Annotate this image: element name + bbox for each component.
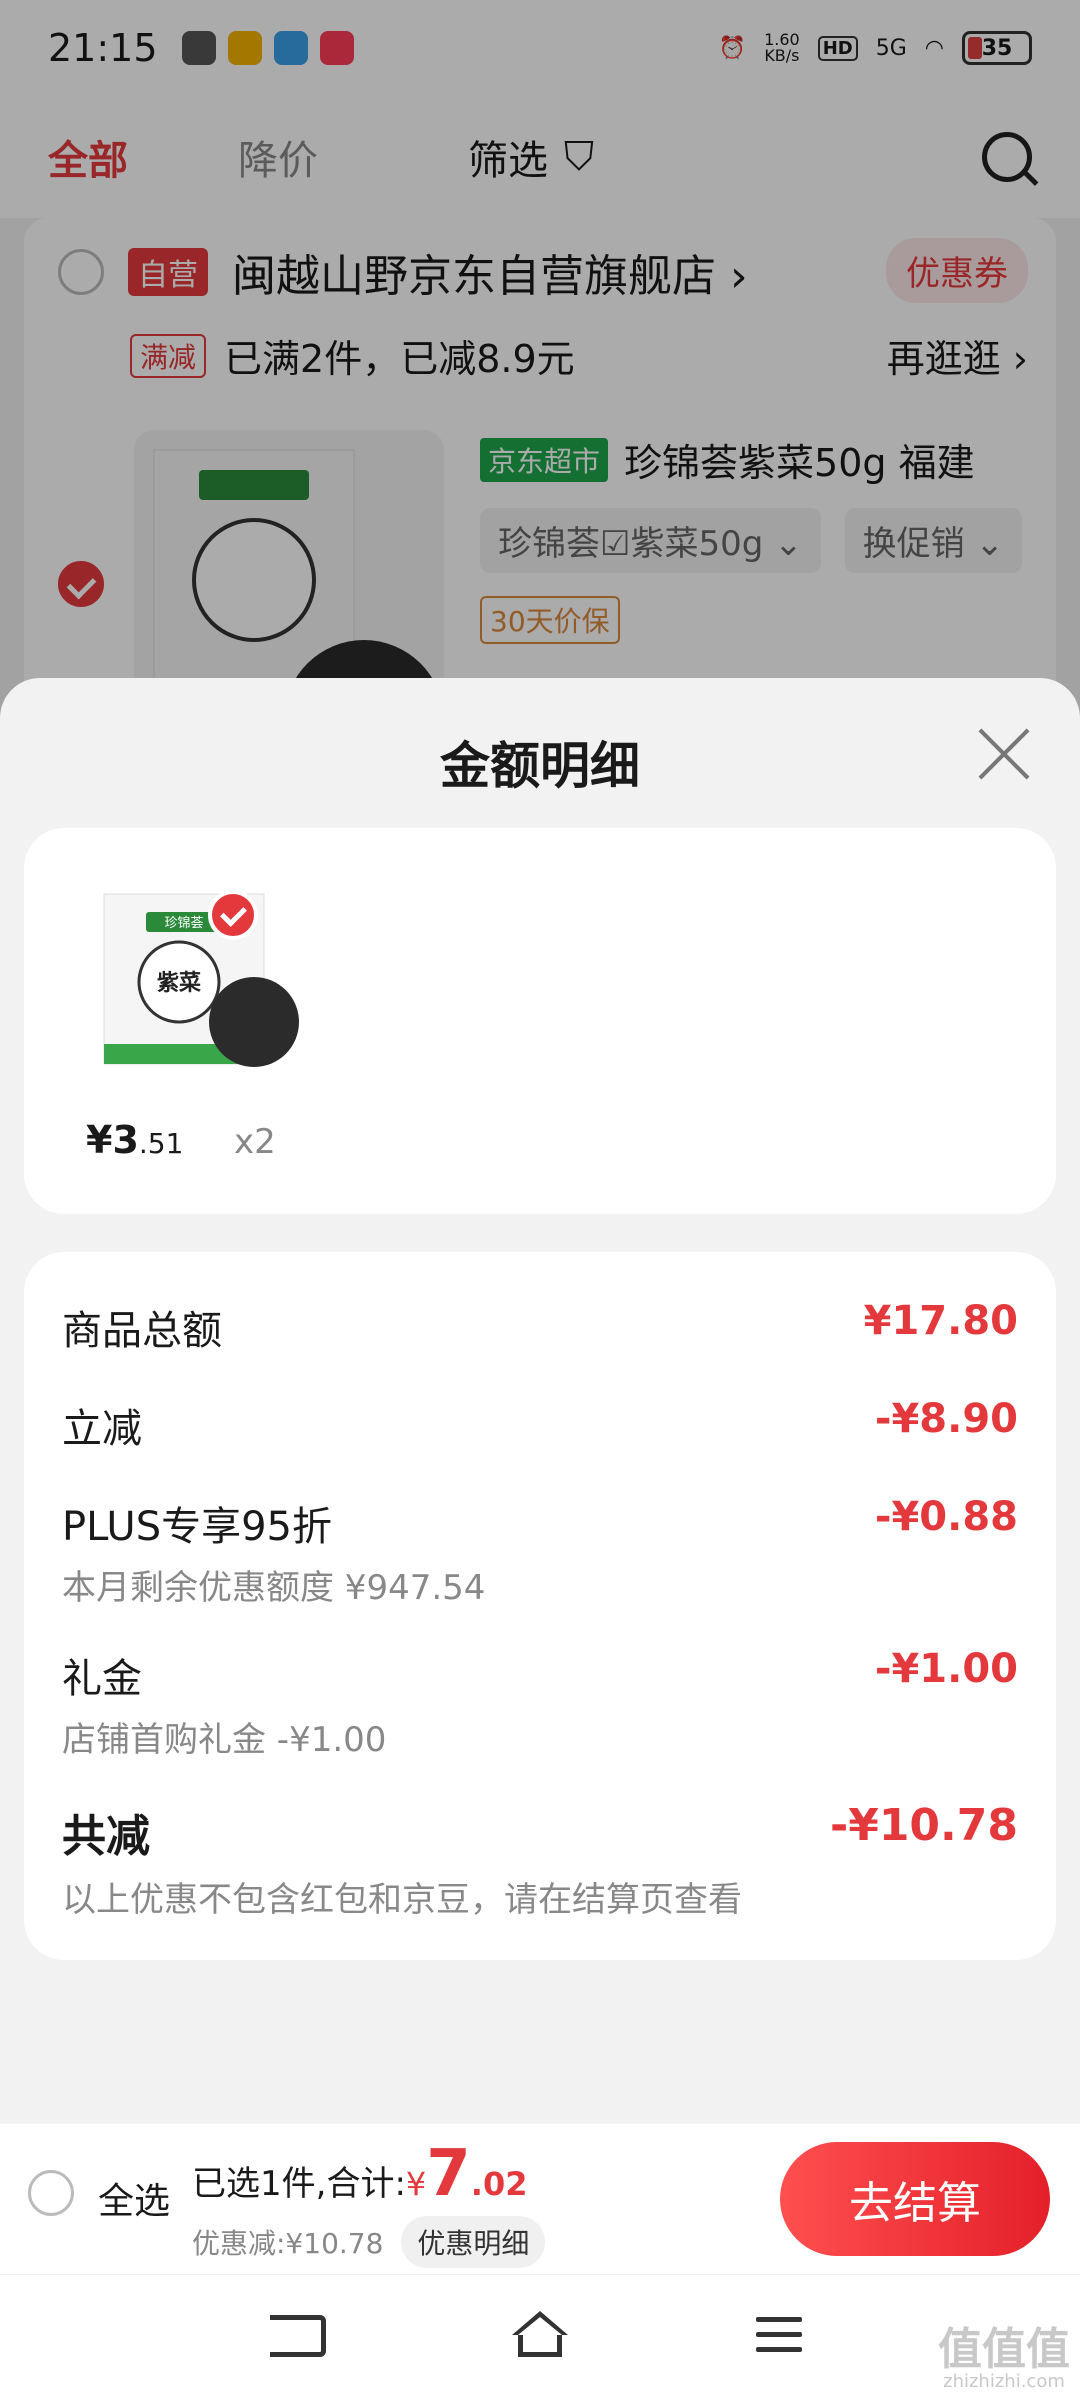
home-icon[interactable]	[512, 2311, 568, 2359]
gift-money-detail: 店铺首购礼金 -¥1.00	[62, 1720, 387, 1760]
gift-money-row: 礼金 店铺首购礼金 -¥1.00 -¥1.00	[62, 1646, 1018, 1761]
menu-icon[interactable]	[756, 2317, 802, 2362]
goods-total-label: 商品总额	[62, 1308, 222, 1354]
gift-money-value: -¥1.00	[874, 1646, 1018, 1692]
select-all-checkbox[interactable]	[28, 2170, 74, 2216]
gift-money-label: 礼金	[62, 1656, 142, 1702]
plus-remaining-quota: 本月剩余优惠额度 ¥947.54	[62, 1568, 486, 1608]
total-discount-label: 共减	[62, 1811, 150, 1862]
system-nav-bar: 值值值 zhizhizhi.com	[0, 2274, 1080, 2400]
item-quantity: x2	[234, 1122, 276, 1162]
sheet-title: 金额明细	[440, 737, 640, 795]
item-thumbnail: 珍锦荟 紫菜	[84, 872, 304, 1072]
watermark: 值值值 zhizhizhi.com	[938, 2324, 1070, 2392]
instant-discount-label: 立减	[62, 1406, 142, 1452]
plus-discount-value: -¥0.88	[874, 1494, 1018, 1540]
item-checked-icon[interactable]	[208, 890, 258, 940]
plus-discount-label: PLUS专享95折	[62, 1504, 332, 1550]
instant-discount-value: -¥8.90	[874, 1396, 1018, 1442]
total-discount-row: 共减 以上优惠不包含红包和京豆，请在结算页查看 -¥10.78	[62, 1800, 1018, 1921]
instant-discount-row: 立减 -¥8.90	[62, 1396, 1018, 1454]
summary-prefix: 已选1件,合计:	[192, 2164, 406, 2204]
total-discount-value: -¥10.78	[829, 1800, 1018, 1851]
goods-total-value: ¥17.80	[863, 1298, 1018, 1344]
total-amount: 7	[426, 2137, 471, 2211]
discount-detail-button[interactable]: 优惠明细	[401, 2216, 546, 2268]
item-thumb-label: 紫菜	[157, 970, 201, 996]
back-icon[interactable]	[270, 2315, 326, 2357]
checkout-bar: 全选 已选1件,合计: ¥ 7 .02 优惠减:¥10.78 优惠明细 去结算	[0, 2124, 1080, 2274]
amount-breakdown-card: 商品总额 ¥17.80 立减 -¥8.90 PLUS专享95折 本月剩余优惠额度…	[24, 1252, 1056, 1960]
discount-summary: 优惠减:¥10.78 优惠明细	[192, 2216, 546, 2268]
close-icon[interactable]	[976, 726, 1032, 782]
selected-items-card: 珍锦荟 紫菜 ¥3.51 x2	[24, 828, 1056, 1214]
cart-total-summary: 已选1件,合计: ¥ 7 .02	[192, 2137, 528, 2211]
select-all-label[interactable]: 全选	[98, 2172, 170, 2224]
item-price: ¥3.51	[86, 1118, 184, 1162]
checkout-button[interactable]: 去结算	[780, 2142, 1050, 2256]
goods-total-row: 商品总额 ¥17.80	[62, 1298, 1018, 1356]
total-discount-note: 以上优惠不包含红包和京豆，请在结算页查看	[62, 1880, 742, 1920]
plus-discount-row: PLUS专享95折 本月剩余优惠额度 ¥947.54 -¥0.88	[62, 1494, 1018, 1609]
discount-amount: 优惠减:¥10.78	[192, 2227, 384, 2260]
item-thumb-brand: 珍锦荟	[164, 916, 203, 931]
